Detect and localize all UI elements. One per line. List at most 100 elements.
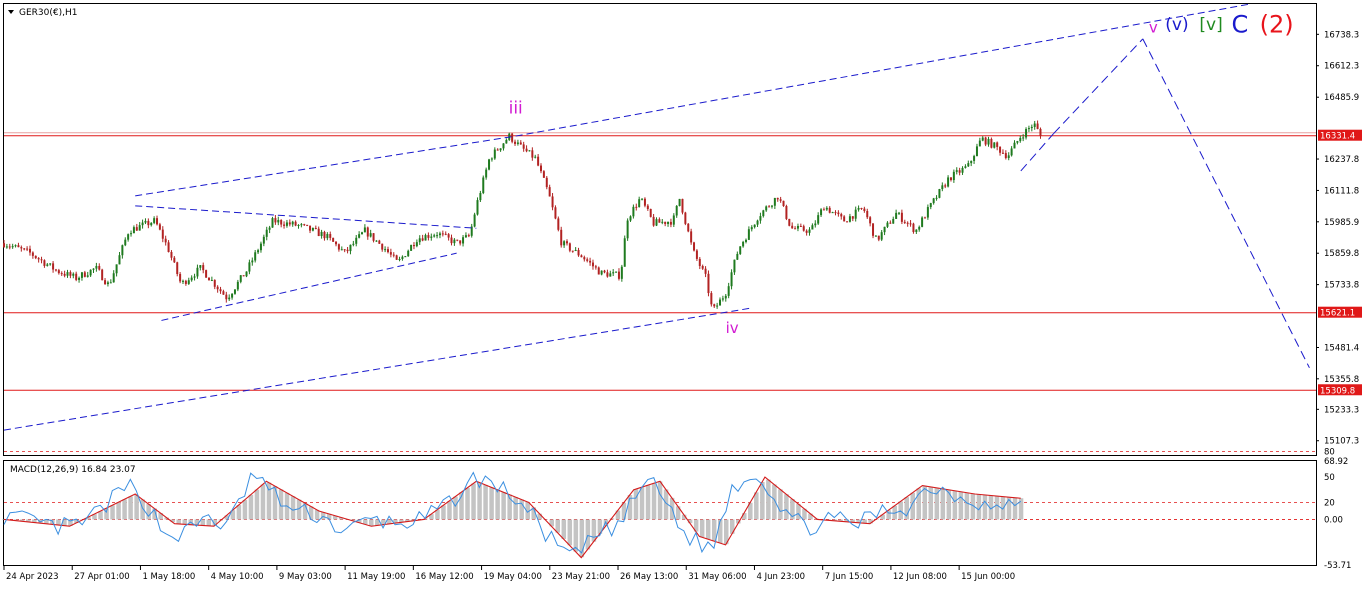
candle-body: [895, 212, 898, 219]
candle-body: [199, 265, 202, 268]
candle-body: [306, 224, 309, 226]
candle-body: [918, 226, 921, 230]
candle-body: [1001, 152, 1004, 154]
macd-histogram-bar: [651, 483, 657, 520]
candle-body: [337, 244, 340, 250]
candle-body: [540, 165, 543, 172]
candle-body: [773, 197, 776, 206]
candle-body: [906, 222, 909, 224]
macd-histogram-bar: [441, 505, 446, 520]
candle-body: [164, 238, 167, 243]
candle-body: [545, 177, 548, 188]
candle-body: [643, 198, 646, 206]
price-tick-label-7: 15733.8: [1324, 281, 1359, 291]
time-tick-label-11: 4 Jun 23:00: [756, 572, 805, 582]
candle-body: [340, 249, 343, 251]
candle-body: [375, 240, 378, 242]
candle-body: [433, 235, 436, 237]
candle-body: [880, 232, 883, 240]
candle-body: [37, 258, 40, 260]
candle-body: [721, 298, 724, 300]
candle-body: [352, 243, 355, 245]
candle-body: [3, 243, 5, 247]
candle-body: [932, 198, 935, 204]
candle-body: [80, 272, 83, 278]
macd-histogram-bar: [176, 519, 181, 524]
macd-histogram-bar: [489, 487, 494, 520]
candle-body: [785, 206, 788, 219]
candle-body: [970, 160, 973, 164]
time-tick-label-6: 16 May 12:00: [415, 572, 473, 582]
macd-histogram-bar: [182, 519, 187, 525]
candle-body: [395, 255, 398, 260]
candle-body: [577, 250, 580, 256]
price-tick-label-9: 15355.8: [1324, 375, 1359, 385]
macd-histogram-bar: [705, 519, 711, 540]
candle-body: [949, 177, 952, 181]
candle-body: [83, 272, 86, 277]
candle-body: [768, 206, 771, 208]
price-tick-label-8: 15481.4: [1324, 344, 1359, 354]
candle-body: [921, 217, 924, 227]
candle-body: [693, 242, 696, 251]
candle-body: [92, 268, 95, 270]
candle-body: [444, 233, 447, 235]
candle-body: [95, 265, 98, 269]
candle-body: [228, 297, 231, 300]
candle-body: [109, 282, 112, 284]
candle-body: [1025, 129, 1028, 138]
candle-body: [427, 235, 430, 238]
candle-body: [366, 227, 369, 237]
candle-body: [161, 229, 164, 239]
candle-body: [86, 275, 89, 277]
macd-histogram-bar: [369, 519, 374, 527]
candle-body: [363, 227, 366, 233]
candle-body: [522, 144, 525, 149]
candle-body: [222, 291, 225, 295]
candle-body: [265, 229, 268, 237]
candle-body: [990, 138, 993, 148]
candle-body: [355, 237, 358, 244]
candle-body: [378, 240, 381, 244]
candle-body: [661, 221, 664, 223]
candle-body: [840, 214, 843, 217]
macd-histogram-bar: [591, 519, 597, 542]
candle-body: [814, 223, 817, 226]
candle-body: [182, 280, 185, 282]
candle-body: [514, 141, 517, 144]
candle-body: [713, 304, 716, 307]
candle-body: [623, 238, 626, 267]
candle-body: [1016, 141, 1019, 143]
candle-body: [476, 200, 479, 215]
candle-body: [591, 262, 594, 267]
candle-body: [615, 271, 618, 273]
time-tick-label-13: 12 Jun 08:00: [893, 572, 947, 582]
candle-body: [467, 235, 470, 237]
macd-histogram-bar: [200, 519, 206, 526]
wave-label-3: (v): [1165, 15, 1188, 35]
candle-body: [187, 280, 190, 284]
candle-body: [600, 270, 603, 275]
candle-body: [978, 140, 981, 147]
candle-body: [505, 139, 508, 144]
candle-body: [488, 159, 491, 170]
candle-body: [958, 170, 961, 173]
macd-histogram-bar: [272, 486, 278, 520]
candle-body: [26, 248, 29, 250]
symbol-label: GER30(€),H1: [19, 8, 77, 18]
candle-body: [822, 209, 825, 211]
macd-histogram-bar: [140, 499, 145, 520]
time-tick-label-14: 15 Jun 00:00: [961, 572, 1015, 582]
candle-body: [872, 223, 875, 236]
macd-histogram-bar: [952, 490, 958, 520]
macd-histogram-bar: [561, 519, 567, 539]
candle-body: [739, 246, 742, 254]
candle-body: [225, 294, 228, 300]
candle-body: [499, 148, 502, 151]
candle-body: [635, 206, 638, 208]
candle-body: [756, 220, 759, 225]
candle-body: [690, 231, 693, 243]
price-level-label-1: 15621.1: [1320, 309, 1355, 319]
candle-body: [597, 267, 600, 275]
candle-body: [511, 133, 514, 142]
